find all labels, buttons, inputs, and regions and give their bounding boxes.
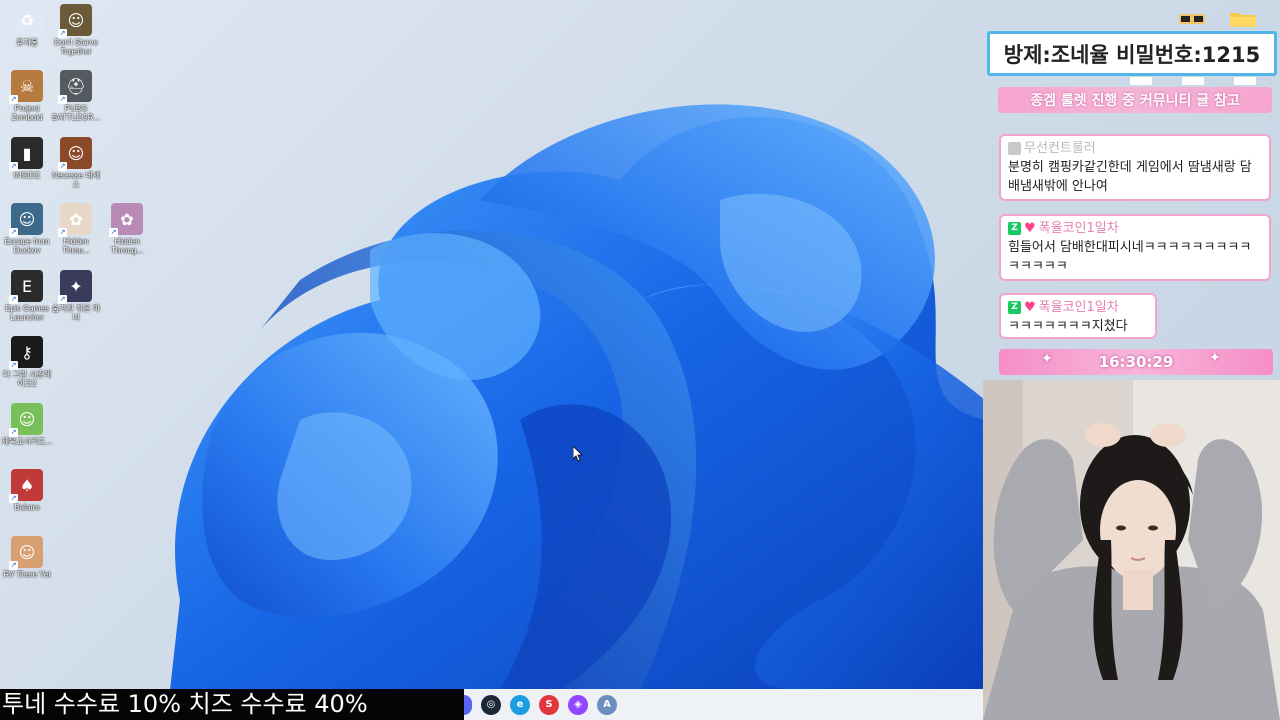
desktop-shortcut-label: INSIDE [13,171,41,180]
shortcut-arrow-icon: ↗ [9,295,18,304]
recycle-bin-icon: ♻ [11,4,43,36]
desktop-shortcut[interactable]: ☺ ↗ Escape from Duckov [0,203,54,255]
z-badge-icon: Z [1008,301,1021,314]
chat-username: Z ♥ 폭율코인1일차 [1008,298,1148,317]
clock-bar: ✦ ✦ 16:30:29 [999,349,1273,375]
desktop-shortcut-label: RV There Yet [3,570,51,579]
keyhole-game-icon: ⚷ ↗ [9,336,43,370]
pubg-icon: ⛑ ↗ [58,70,92,104]
streamer-camera-image [983,380,1280,720]
chat-message-text: ㅋㅋㅋㅋㅋㅋㅋ지쳤다 [1008,319,1128,334]
mouse-cursor-icon [573,446,583,462]
z-badge-icon: Z [1008,222,1021,235]
desktop-shortcut-label: Necesse 네세스 [51,171,101,189]
escape-from-duckov-icon: ☺ ↗ [9,203,43,237]
desktop-shortcut-label: PUBG BATTLEGR... [51,104,101,122]
shortcut-arrow-icon: ↗ [58,162,67,171]
soop-icon[interactable]: S [539,694,559,715]
app-icon[interactable]: A [597,694,617,715]
desktop-shortcut[interactable]: ⚷ ↗ 더 그린 시즌레이크2 [0,336,54,388]
heart-icon: ♥ [1024,221,1036,236]
shortcut-arrow-icon: ↗ [9,162,18,171]
hidden-through-icon-2: ✿ ↗ [109,203,143,237]
edge-icon[interactable]: e [510,694,530,715]
webcam-feed [983,380,1280,720]
desktop-shortcut[interactable]: ☺ ↗ Don't Starve Together [49,4,103,56]
shortcut-arrow-icon: ↗ [9,561,18,570]
chat-message-text: 분명히 캠핑카같긴한데 게임에서 땀냄새랑 담배냄새밖에 안나여 [1008,160,1252,194]
chat-username-text: 무선컨트롤러 [1024,141,1096,156]
folder-icon[interactable] [1228,8,1258,30]
project-zomboid-icon: ☠ ↗ [9,70,43,104]
pixel-game-icon: ☺ ↗ [9,403,43,437]
desktop-shortcut[interactable]: ♠ ↗ Balatro [0,469,54,512]
sparkle-icon: ✦ [1041,351,1053,367]
chat-message-text: 힘들어서 담배한대피시네ㅋㅋㅋㅋㅋㅋㅋㅋㅋㅋㅋㅋㅋㅋ [1008,240,1252,274]
controller-badge-icon [1008,142,1021,155]
shortcut-arrow-icon: ↗ [109,228,118,237]
chat-username: 무선컨트롤러 [1008,139,1262,158]
sunglasses-icon[interactable] [1177,8,1207,30]
shortcut-arrow-icon: ↗ [9,494,18,503]
desktop-shortcut-label: Hidden Throug... [110,237,143,255]
inside-icon: ▮ ↗ [9,137,43,171]
steam-icon[interactable]: ◎ [481,694,501,715]
desktop-shortcut[interactable]: ☠ ↗ Project Zomboid [0,70,54,122]
desktop-shortcut-label: Project Zomboid [11,104,43,122]
chat-username: Z ♥ 폭율코인1일차 [1008,219,1262,238]
little-witch-icon: ✦ ↗ [58,270,92,304]
desktop-shortcut-label: 숨겨진 작은 마녀 [51,304,101,322]
fee-caption: 투네 수수료 10% 치즈 수수료 40% [0,689,464,720]
desktop-shortcut-label: Epic Games Launcher [5,304,49,322]
shortcut-arrow-icon: ↗ [58,228,67,237]
heart-icon: ♥ [1024,300,1036,315]
desktop-shortcut-label: Hidden Throu... [62,237,90,255]
chat-message: 무선컨트롤러 분명히 캠핑카같긴한데 게임에서 땀냄새랑 담배냄새밖에 안나여 [999,134,1271,201]
desktop-shortcut-label: 휴지통 [15,38,39,47]
clock-time: 16:30:29 [1098,353,1174,371]
epic-games-icon: E ↗ [9,270,43,304]
desktop-shortcut-label: Balatro [14,503,40,512]
sparkle-icon: ✦ [1209,350,1221,366]
desktop-shortcut[interactable]: ✿ ↗ Hidden Throu... [49,203,103,255]
desktop-shortcut-label: Escape from Duckov [4,237,50,255]
chat-message: Z ♥ 폭율코인1일차 ㅋㅋㅋㅋㅋㅋㅋ지쳤다 [999,293,1157,339]
desktop-shortcut[interactable]: E ↗ Epic Games Launcher [0,270,54,322]
desktop-shortcut-label: Don't Starve Together [54,38,98,56]
desktop-shortcut[interactable]: ☺ ↗ Necesse 네세스 [49,137,103,189]
room-password-banner: 방제:조네율 비밀번호:1215 [987,31,1277,76]
balatro-icon: ♠ ↗ [9,469,43,503]
roulette-notice-banner: 종겜 룰렛 진행 중 커뮤니티 글 참고 [998,87,1272,113]
shortcut-arrow-icon: ↗ [9,228,18,237]
dont-starve-icon: ☺ ↗ [58,4,92,38]
twitch-icon[interactable]: ◈ [568,694,588,715]
shortcut-arrow-icon: ↗ [58,95,67,104]
desktop-shortcut[interactable]: ✿ ↗ Hidden Throug... [100,203,154,255]
desktop-shortcut[interactable]: ✦ ↗ 숨겨진 작은 마녀 [49,270,103,322]
hidden-through-icon-1: ✿ ↗ [58,203,92,237]
desktop-shortcut-label: 더 그린 시즌레이크2 [2,370,52,388]
discord-icon[interactable] [464,694,472,715]
desktop-shortcut-label: 체육교사키드... [1,437,53,446]
shortcut-arrow-icon: ↗ [9,361,18,370]
shortcut-arrow-icon: ↗ [58,29,67,38]
desktop-shortcut[interactable]: ☺ ↗ RV There Yet [0,536,54,579]
chat-message: Z ♥ 폭율코인1일차 힘들어서 담배한대피시네ㅋㅋㅋㅋㅋㅋㅋㅋㅋㅋㅋㅋㅋㅋ [999,214,1271,281]
taskbar: ◎ e S ◈ A [464,689,983,720]
desktop-shortcut[interactable]: ♻ 휴지통 [0,4,54,47]
chat-username-text: 폭율코인1일차 [1038,221,1119,236]
hidden-icon-strip [1128,77,1268,87]
chat-username-text: 폭율코인1일차 [1038,300,1119,315]
necesse-icon: ☺ ↗ [58,137,92,171]
rv-there-yet-icon: ☺ ↗ [9,536,43,570]
shortcut-arrow-icon: ↗ [58,295,67,304]
desktop-shortcut[interactable]: ☺ ↗ 체육교사키드... [0,403,54,446]
desktop-shortcut[interactable]: ⛑ ↗ PUBG BATTLEGR... [49,70,103,122]
desktop-wallpaper [170,104,985,690]
shortcut-arrow-icon: ↗ [9,428,18,437]
shortcut-arrow-icon: ↗ [9,95,18,104]
desktop-shortcut[interactable]: ▮ ↗ INSIDE [0,137,54,180]
